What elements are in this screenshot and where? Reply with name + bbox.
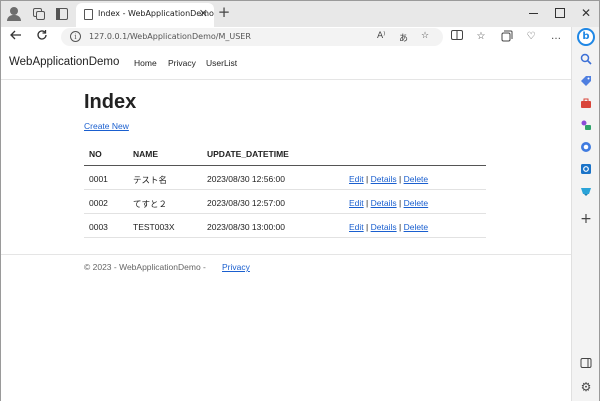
shopping-tag-icon[interactable] [578, 75, 594, 91]
tab-strip: Index - WebApplicationDemo ✕ + ✕ [1, 1, 599, 27]
table-row: 0001 テスト名 2023/08/30 12:56:00 Edit | Det… [84, 166, 486, 190]
read-aloud-icon[interactable]: A⁾ [377, 31, 385, 41]
site-brand[interactable]: WebApplicationDemo [9, 56, 119, 68]
search-icon[interactable] [578, 53, 594, 69]
cell-name: TEST003X [133, 222, 175, 232]
close-window-button[interactable]: ✕ [579, 6, 593, 20]
details-link[interactable]: Details [371, 198, 397, 208]
delete-link[interactable]: Delete [404, 198, 429, 208]
delete-link[interactable]: Delete [404, 174, 429, 184]
hide-sidebar-icon[interactable] [578, 357, 594, 373]
column-header-name: NAME [133, 149, 159, 159]
edit-link[interactable]: Edit [349, 174, 364, 184]
tab-title: Index - WebApplicationDemo [98, 9, 214, 18]
cell-name: てすと２ [133, 199, 168, 209]
table-header: NO NAME UPDATE_DATETIME [84, 142, 486, 166]
outlook-icon[interactable] [578, 163, 594, 179]
site-info-icon[interactable]: i [70, 31, 81, 42]
more-options-icon[interactable]: … [549, 30, 563, 44]
reload-icon[interactable] [34, 29, 50, 45]
column-header-no: NO [89, 149, 102, 159]
vertical-tabs-icon[interactable] [55, 7, 69, 21]
minimize-button[interactable] [527, 6, 541, 20]
details-link[interactable]: Details [371, 222, 397, 232]
favorite-star-icon[interactable]: ☆ [421, 31, 429, 41]
details-link[interactable]: Details [371, 174, 397, 184]
cell-no: 0003 [89, 222, 108, 232]
page-title: Index [84, 91, 137, 113]
footer-privacy-link[interactable]: Privacy [222, 262, 250, 272]
translate-icon[interactable]: あ [399, 31, 408, 44]
separator: | [398, 222, 402, 232]
back-arrow-icon[interactable] [8, 29, 24, 45]
url-text[interactable]: 127.0.0.1/WebApplicationDemo/M_USER [89, 32, 251, 41]
games-icon[interactable] [578, 119, 594, 135]
cell-no: 0002 [89, 198, 108, 208]
site-footer: © 2023 - WebApplicationDemo - Privacy [1, 254, 571, 284]
separator: | [366, 222, 369, 232]
page-icon [84, 9, 93, 20]
cell-update-datetime: 2023/08/30 13:00:00 [207, 222, 285, 232]
separator: | [366, 174, 369, 184]
user-table: NO NAME UPDATE_DATETIME 0001 テスト名 2023/0… [84, 142, 486, 238]
separator: | [366, 198, 369, 208]
office-icon[interactable] [578, 141, 594, 157]
collections-icon[interactable] [500, 30, 514, 44]
settings-gear-icon[interactable]: ⚙ [578, 379, 594, 395]
workspaces-icon[interactable] [31, 7, 45, 21]
nav-home[interactable]: Home [134, 58, 157, 68]
create-new-link[interactable]: Create New [84, 121, 129, 131]
profile-icon[interactable] [7, 7, 21, 21]
maximize-button[interactable] [553, 6, 567, 20]
browser-essentials-icon[interactable]: ♡ [524, 30, 538, 44]
tools-icon[interactable] [578, 97, 594, 113]
page-viewport: WebApplicationDemo Home Privacy UserList… [1, 47, 571, 401]
separator: | [398, 174, 402, 184]
browser-tab[interactable]: Index - WebApplicationDemo ✕ [76, 3, 214, 27]
split-screen-icon[interactable] [450, 30, 464, 44]
nav-userlist[interactable]: UserList [206, 58, 237, 68]
table-row: 0003 TEST003X 2023/08/30 13:00:00 Edit |… [84, 214, 486, 238]
browser-window: Index - WebApplicationDemo ✕ + ✕ i 127.0… [0, 0, 600, 401]
delete-link[interactable]: Delete [404, 222, 429, 232]
column-header-update-datetime: UPDATE_DATETIME [207, 149, 289, 159]
row-actions: Edit | Details | Delete [349, 174, 428, 184]
cell-update-datetime: 2023/08/30 12:57:00 [207, 198, 285, 208]
edge-sidebar: b + ⚙ [571, 27, 599, 401]
copyright-text: © 2023 - WebApplicationDemo - [84, 262, 206, 272]
navigation-bar: i 127.0.0.1/WebApplicationDemo/M_USER A⁾… [1, 27, 571, 47]
cell-no: 0001 [89, 174, 108, 184]
cell-update-datetime: 2023/08/30 12:56:00 [207, 174, 285, 184]
separator: | [398, 198, 402, 208]
row-actions: Edit | Details | Delete [349, 198, 428, 208]
cell-name: テスト名 [133, 175, 168, 185]
favorites-icon[interactable]: ☆ [474, 30, 488, 44]
nav-privacy[interactable]: Privacy [168, 58, 196, 68]
new-tab-button[interactable]: + [217, 5, 231, 20]
address-bar[interactable]: i 127.0.0.1/WebApplicationDemo/M_USER A⁾… [61, 28, 443, 46]
site-header: WebApplicationDemo Home Privacy UserList [1, 47, 571, 80]
edit-link[interactable]: Edit [349, 222, 364, 232]
add-sidebar-app-icon[interactable]: + [578, 211, 594, 227]
tab-close-icon[interactable]: ✕ [199, 7, 208, 20]
edit-link[interactable]: Edit [349, 198, 364, 208]
bing-copilot-icon[interactable]: b [577, 28, 595, 46]
table-row: 0002 てすと２ 2023/08/30 12:57:00 Edit | Det… [84, 190, 486, 214]
drop-icon[interactable] [578, 185, 594, 201]
row-actions: Edit | Details | Delete [349, 222, 428, 232]
